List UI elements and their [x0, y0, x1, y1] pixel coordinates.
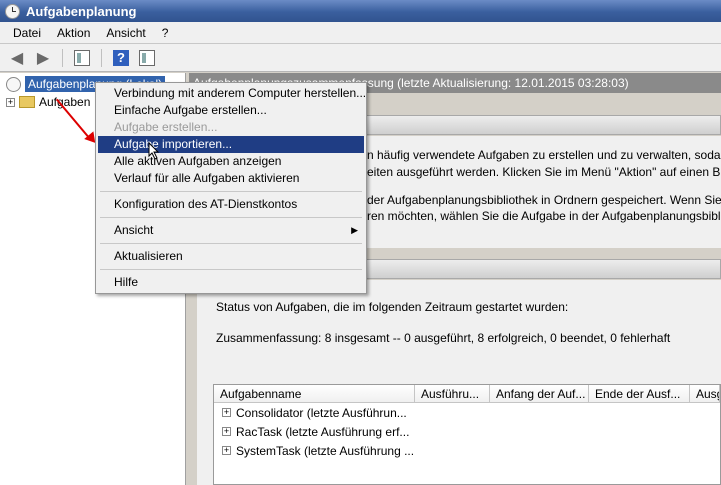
menu-item-enable-history[interactable]: Verlauf für alle Aufgaben aktivieren	[98, 170, 364, 187]
help-icon[interactable]: ?	[113, 49, 129, 66]
column-header-result[interactable]: Ausführu...	[415, 385, 490, 402]
menu-divider	[100, 243, 362, 244]
menu-bar: Datei Aktion Ansicht ?	[0, 22, 721, 44]
toolbar-separator	[62, 48, 63, 67]
toolbar-separator	[101, 48, 102, 67]
overview-line: n häufig verwendete Aufgaben zu erstelle…	[367, 148, 721, 162]
menu-item-view-label: Ansicht	[114, 223, 154, 237]
overview-line: der Aufgabenplanungsbibliothek in Ordner…	[367, 193, 721, 207]
menu-item-create-basic-task[interactable]: Einfache Aufgabe erstellen...	[98, 102, 364, 119]
table-row[interactable]: + SystemTask (letzte Ausführung ...	[214, 441, 720, 460]
overview-line: eiten ausgeführt werden. Klicken Sie im …	[367, 165, 721, 179]
expand-icon[interactable]: +	[6, 97, 15, 107]
clock-icon	[6, 76, 21, 92]
overview-line: ren möchten, wählen Sie die Aufgabe in d…	[367, 209, 721, 223]
menu-datei[interactable]: Datei	[5, 26, 49, 40]
back-arrow-icon[interactable]: ◀	[6, 48, 28, 68]
window-title: Aufgabenplanung	[26, 3, 137, 19]
menu-item-import-task[interactable]: Aufgabe importieren...	[98, 136, 364, 153]
menu-item-refresh[interactable]: Aktualisieren	[98, 248, 364, 265]
clock-icon	[5, 3, 20, 19]
menu-item-at-config[interactable]: Konfiguration des AT-Dienstkontos	[98, 196, 364, 213]
table-row[interactable]: + RacTask (letzte Ausführung erf...	[214, 422, 720, 441]
menu-divider	[100, 191, 362, 192]
expand-icon[interactable]: +	[222, 427, 231, 436]
column-header-trigger[interactable]: Ausg	[690, 385, 720, 402]
menu-item-connect[interactable]: Verbindung mit anderem Computer herstell…	[98, 85, 366, 102]
column-header-start[interactable]: Anfang der Auf...	[490, 385, 589, 402]
menu-divider	[100, 217, 362, 218]
expand-icon[interactable]: +	[222, 408, 231, 417]
table-row[interactable]: + Consolidator (letzte Ausführun...	[214, 403, 720, 422]
folder-icon	[19, 96, 35, 108]
menu-ansicht[interactable]: Ansicht	[98, 26, 153, 40]
row-label: SystemTask (letzte Ausführung ...	[236, 443, 415, 458]
title-bar: Aufgabenplanung	[0, 0, 721, 22]
mouse-cursor-icon	[148, 142, 160, 160]
submenu-arrow-icon: ▶	[351, 225, 358, 235]
menu-item-view[interactable]: Ansicht ▶	[98, 222, 364, 239]
status-line: Status von Aufgaben, die im folgenden Ze…	[216, 300, 569, 314]
show-hide-action-pane-icon[interactable]	[139, 49, 155, 66]
menu-item-create-task[interactable]: Aufgabe erstellen...	[98, 119, 364, 136]
task-status-table: Aufgabenname Ausführu... Anfang der Auf.…	[213, 384, 721, 485]
forward-arrow-icon[interactable]: ▶	[32, 48, 54, 68]
toolbar: ◀ ▶ ?	[0, 44, 721, 72]
row-label: RacTask (letzte Ausführung erf...	[236, 424, 410, 439]
expand-icon[interactable]: +	[222, 446, 231, 455]
tree-item-library[interactable]: + Aufgaben	[6, 93, 90, 111]
context-menu: Verbindung mit anderem Computer herstell…	[95, 82, 367, 294]
column-header-end[interactable]: Ende der Ausf...	[589, 385, 690, 402]
column-header-name[interactable]: Aufgabenname	[214, 385, 415, 402]
menu-item-show-running[interactable]: Alle aktiven Aufgaben anzeigen	[98, 153, 364, 170]
table-header: Aufgabenname Ausführu... Anfang der Auf.…	[214, 385, 720, 403]
menu-help[interactable]: ?	[154, 26, 177, 40]
menu-aktion[interactable]: Aktion	[49, 26, 98, 40]
menu-divider	[100, 269, 362, 270]
row-label: Consolidator (letzte Ausführun...	[236, 405, 407, 420]
menu-item-help[interactable]: Hilfe	[98, 274, 364, 291]
show-hide-tree-icon[interactable]	[74, 49, 90, 66]
summary-line: Zusammenfassung: 8 insgesamt -- 0 ausgef…	[216, 331, 671, 345]
